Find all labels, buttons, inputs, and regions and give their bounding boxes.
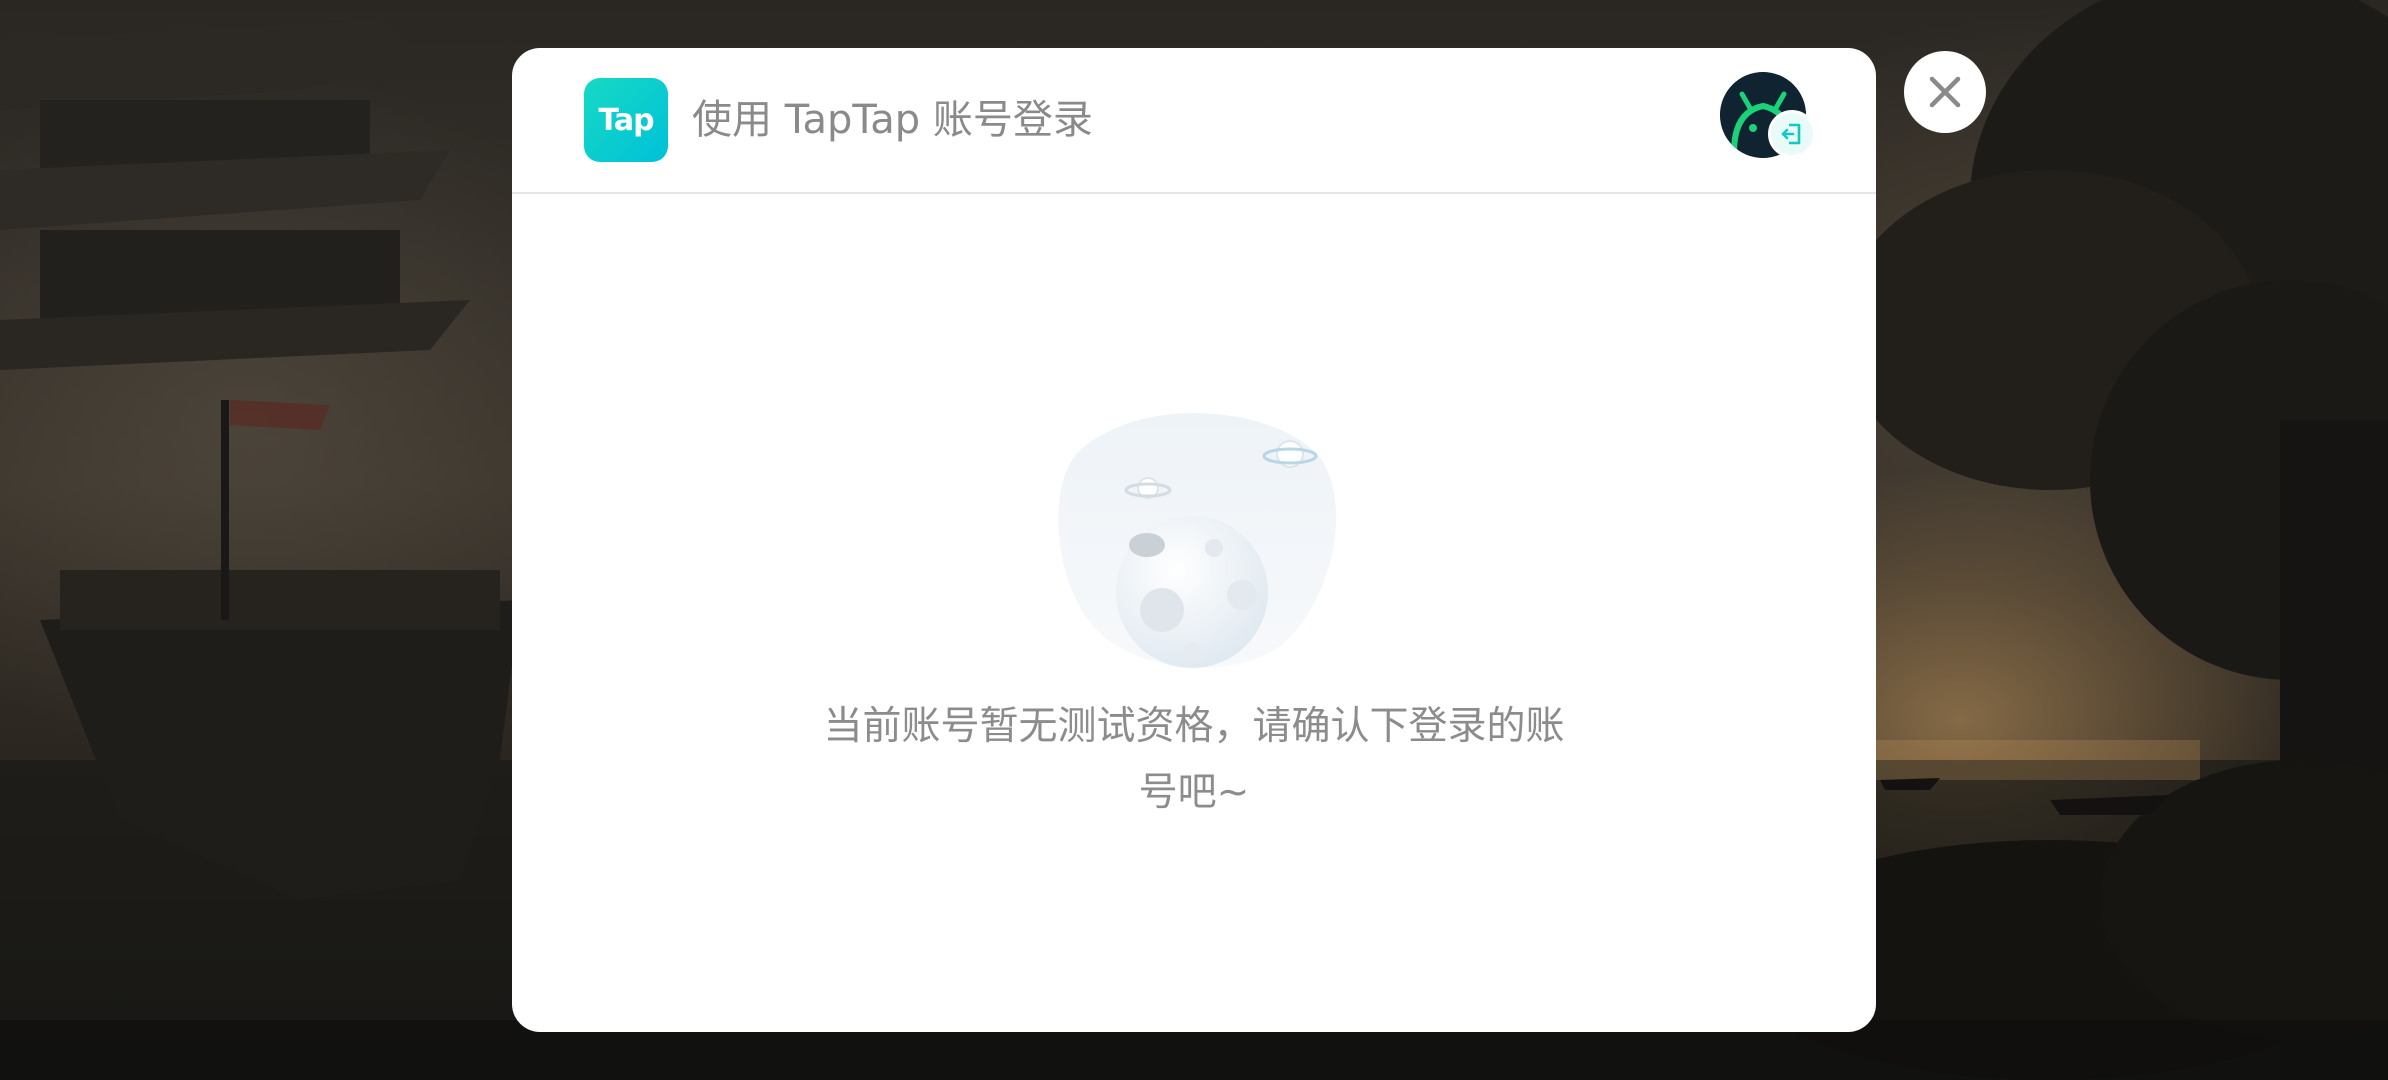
logout-button[interactable] [1768, 110, 1816, 158]
planet-moon-icon [1058, 413, 1337, 668]
taptap-logo-icon: Tap [584, 78, 668, 162]
logo-text: Tap [598, 102, 654, 138]
dialog-title: 使用 TapTap 账号登录 [692, 97, 1093, 143]
empty-state-illustration [1052, 410, 1342, 672]
dialog-header: Tap 使用 TapTap 账号登录 [512, 48, 1876, 194]
close-button[interactable] [1904, 51, 1986, 133]
close-icon [1929, 76, 1961, 108]
no-test-qualification-message: 当前账号暂无测试资格，请确认下登录的账号吧~ [823, 704, 1565, 815]
taptap-login-dialog: Tap 使用 TapTap 账号登录 当前账号暂无测试资格，请确认下登录的账号吧… [512, 48, 1876, 1032]
logout-icon [1781, 123, 1801, 145]
